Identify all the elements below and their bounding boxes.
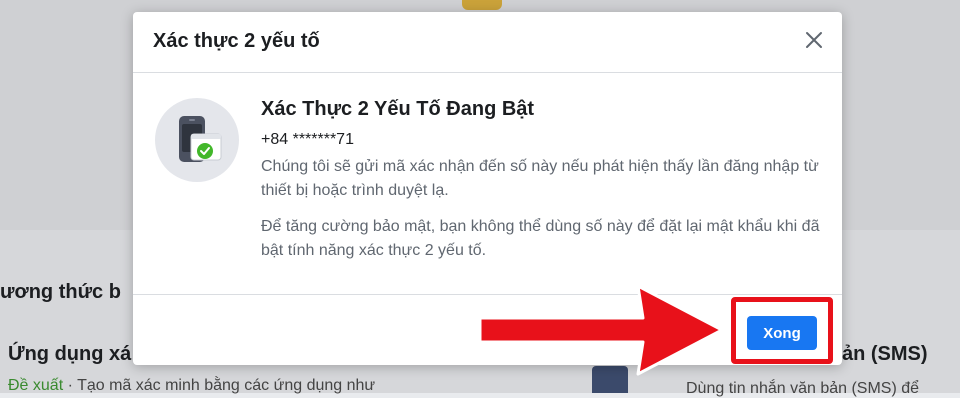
annotation-arrow — [478, 284, 724, 376]
dialog-title: Xác thực 2 yếu tố — [153, 30, 320, 52]
background-sms-desc: Dùng tin nhắn văn bản (SMS) để — [686, 380, 920, 397]
dialog-header: Xác thực 2 yếu tố — [133, 12, 842, 73]
annotation-highlight-box — [731, 297, 833, 364]
dialog-content: Xác Thực 2 Yếu Tố Đang Bật +84 *******71… — [261, 98, 821, 263]
phone-check-icon — [155, 98, 239, 182]
close-button[interactable] — [802, 28, 826, 52]
info-paragraph-1: Chúng tôi sẽ gửi mã xác nhận đến số này … — [261, 158, 819, 199]
recommended-label: Đề xuất — [8, 377, 64, 394]
close-icon — [806, 32, 822, 48]
recommended-text: · Tạo mã xác minh bằng các ứng dụng như — [63, 377, 376, 394]
background-app-title: Ứng dụng xá — [8, 343, 132, 365]
info-paragraph-2: Để tăng cường bảo mật, bạn không thể dùn… — [261, 218, 820, 259]
background-recommended-line: Đề xuất · Tạo mã xác minh bằng các ứng d… — [8, 377, 375, 395]
masked-phone-number: +84 *******71 — [261, 131, 354, 148]
background-sms-title: ản (SMS) — [842, 343, 928, 365]
background-section-heading: ương thức b — [0, 281, 121, 303]
background-top-icon — [462, 0, 502, 10]
status-heading: Xác Thực 2 Yếu Tố Đang Bật — [261, 98, 535, 120]
